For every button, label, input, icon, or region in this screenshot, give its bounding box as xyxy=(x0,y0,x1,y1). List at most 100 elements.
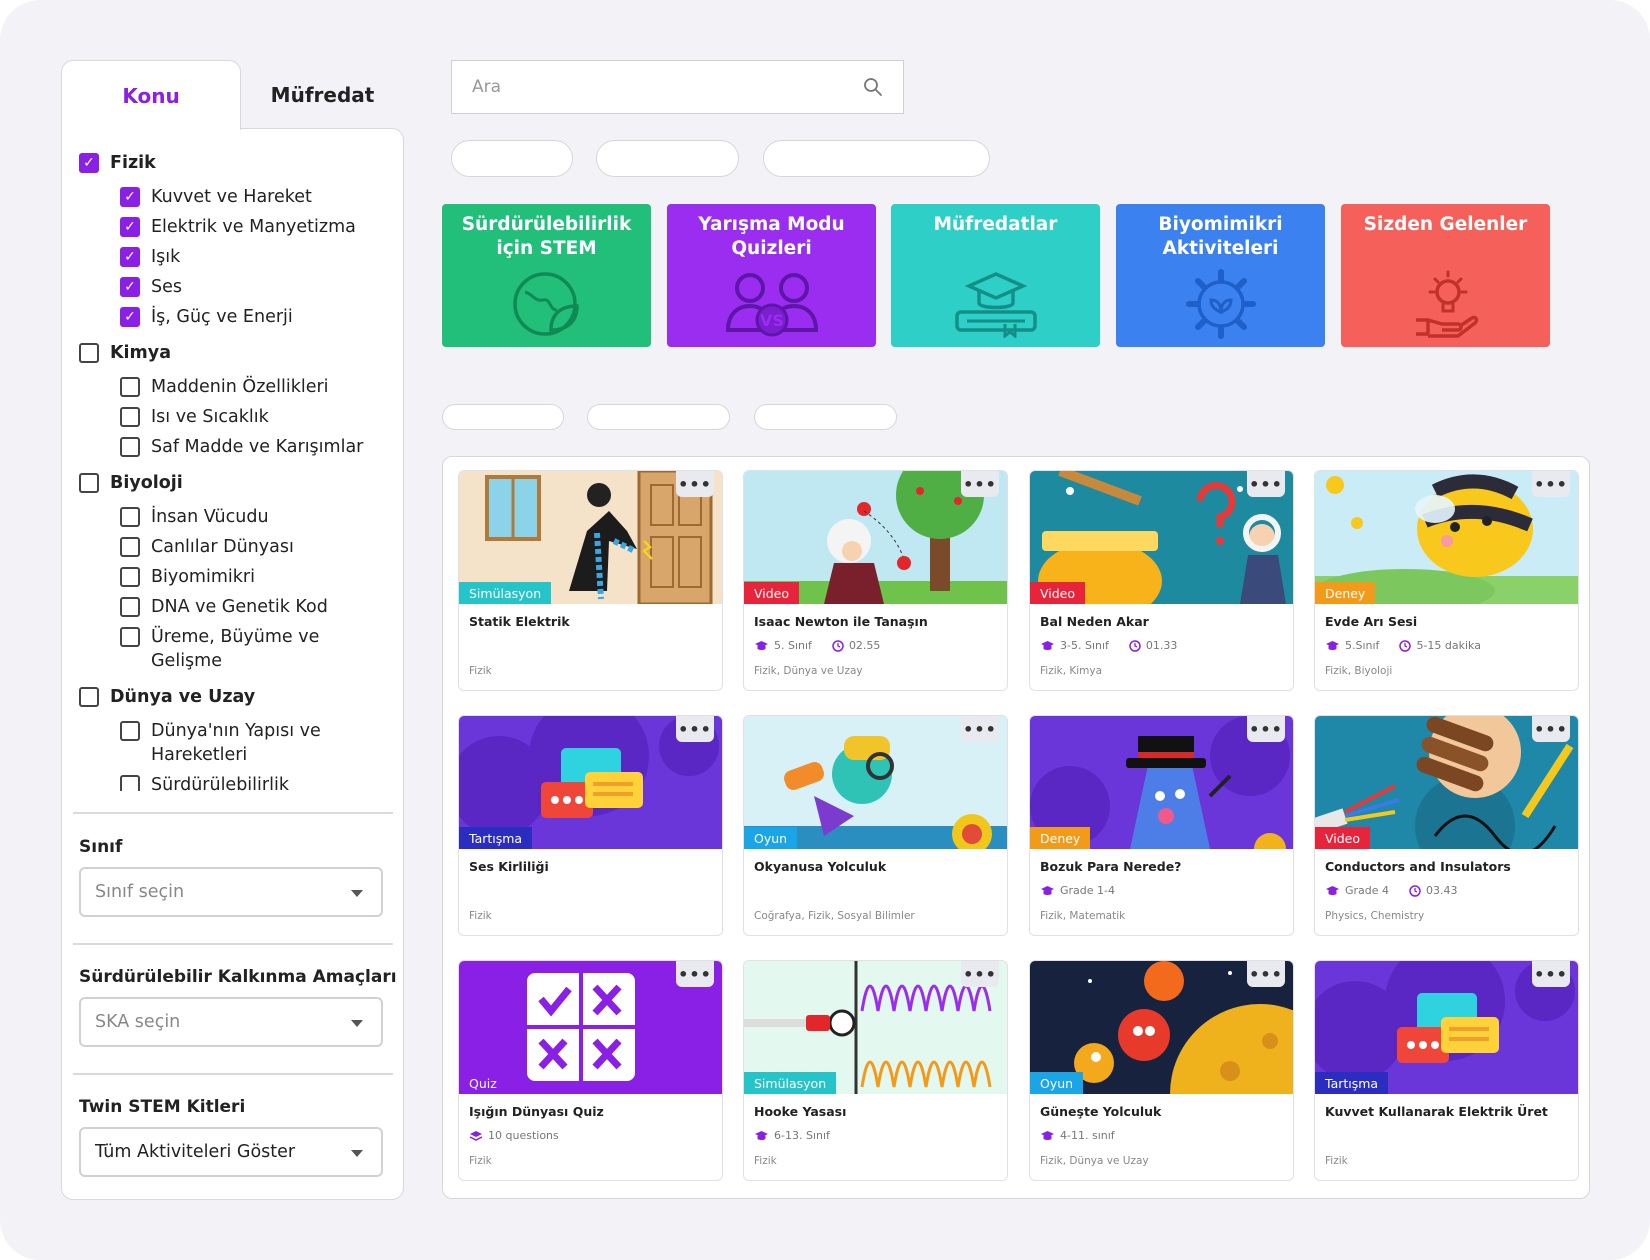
more-options-icon[interactable]: ••• xyxy=(961,716,999,742)
topic-category[interactable]: Dünya ve Uzay xyxy=(79,685,389,709)
card-grade: Grade 1-4 xyxy=(1060,884,1115,897)
topic-subitem[interactable]: ✓ İş, Güç ve Enerji xyxy=(79,305,389,329)
topic-category[interactable]: Biyoloji xyxy=(79,471,389,495)
search-icon[interactable] xyxy=(863,77,883,97)
topic-subitem[interactable]: Sürdürülebilirlik Okuryazarlığı xyxy=(79,773,389,791)
checkbox[interactable] xyxy=(120,507,140,527)
card-grade: 5. Sınıf xyxy=(774,639,812,652)
more-options-icon[interactable]: ••• xyxy=(1247,716,1285,742)
divider xyxy=(73,812,393,814)
more-options-icon[interactable]: ••• xyxy=(676,961,714,987)
kits-filter-label: Twin STEM Kitleri xyxy=(79,1097,246,1117)
card-tags: Fizik, Biyoloji xyxy=(1325,665,1393,677)
checkbox[interactable] xyxy=(79,473,99,493)
checkbox[interactable]: ✓ xyxy=(120,247,140,267)
more-options-icon[interactable]: ••• xyxy=(961,471,999,497)
filter-pill[interactable] xyxy=(596,140,739,177)
more-options-icon[interactable]: ••• xyxy=(1532,961,1570,987)
category-tile[interactable]: Müfredatlar xyxy=(891,204,1100,347)
activity-card[interactable]: ••• Tartışma Ses Kirliliği Fizik xyxy=(458,715,723,936)
checkbox[interactable] xyxy=(120,407,140,427)
sort-pill[interactable] xyxy=(587,404,730,430)
topic-category[interactable]: ✓ Fizik xyxy=(79,151,389,175)
card-type-badge: Oyun xyxy=(744,827,798,849)
topic-subitem[interactable]: ✓ Kuvvet ve Hareket xyxy=(79,185,389,209)
category-tile[interactable]: Biyomimikri Aktiviteleri xyxy=(1116,204,1325,347)
topic-subitem[interactable]: Isı ve Sıcaklık xyxy=(79,405,389,429)
more-options-icon[interactable]: ••• xyxy=(961,961,999,987)
checkbox[interactable]: ✓ xyxy=(79,153,99,173)
topic-category[interactable]: Kimya xyxy=(79,341,389,365)
activity-card[interactable]: ••• Quiz Işığın Dünyası Quiz 10 question… xyxy=(458,960,723,1181)
activity-card[interactable]: ••• Oyun Güneşte Yolculuk 4-11. sınıf Fi… xyxy=(1029,960,1294,1181)
category-tile[interactable]: Yarışma Modu Quizleri VS xyxy=(667,204,876,347)
category-tile[interactable]: Sizden Gelenler xyxy=(1341,204,1550,347)
activity-grid: ••• Simülasyon Statik Elektrik Fizik •••… xyxy=(442,456,1590,1199)
card-meta: 4-11. sınıf xyxy=(1040,1129,1115,1142)
kits-select[interactable]: Tüm Aktiviteleri Göster xyxy=(79,1127,383,1177)
checkbox[interactable] xyxy=(120,537,140,557)
more-options-icon[interactable]: ••• xyxy=(1532,716,1570,742)
grade-select[interactable]: Sınıf seçin xyxy=(79,867,383,917)
topic-subitem[interactable]: ✓ Işık xyxy=(79,245,389,269)
checkbox[interactable] xyxy=(120,775,140,791)
sdg-select[interactable]: SKA seçin xyxy=(79,997,383,1047)
activity-card[interactable]: ••• Video Conductors and Insulators Grad… xyxy=(1314,715,1579,936)
topic-subitem[interactable]: Üreme, Büyüme ve Gelişme xyxy=(79,625,389,673)
activity-card[interactable]: ••• Video Bal Neden Akar 3-5. Sınıf 01.33… xyxy=(1029,470,1294,691)
topic-subitem[interactable]: Biyomimikri xyxy=(79,565,389,589)
tab-konu[interactable]: Konu xyxy=(61,60,241,130)
topic-subitem[interactable]: Saf Madde ve Karışımlar xyxy=(79,435,389,459)
more-options-icon[interactable]: ••• xyxy=(1532,471,1570,497)
more-options-icon[interactable]: ••• xyxy=(1247,961,1285,987)
checkbox[interactable]: ✓ xyxy=(120,187,140,207)
activity-card[interactable]: ••• Simülasyon Hooke Yasası 6-13. Sınıf … xyxy=(743,960,1008,1181)
card-duration: 02.55 xyxy=(848,639,881,652)
activity-card[interactable]: ••• Video Isaac Newton ile Tanaşın 5. Sı… xyxy=(743,470,1008,691)
topic-subitem[interactable]: ✓ Elektrik ve Manyetizma xyxy=(79,215,389,239)
sort-pill[interactable] xyxy=(754,404,897,430)
topic-subitem[interactable]: Canlılar Dünyası xyxy=(79,535,389,559)
more-options-icon[interactable]: ••• xyxy=(676,471,714,497)
activity-card[interactable]: ••• Deney Evde Arı Sesi 5.Sınıf 5-15 daki… xyxy=(1314,470,1579,691)
activity-card[interactable]: ••• Oyun Okyanusa Yolculuk Coğrafya, Fiz… xyxy=(743,715,1008,936)
checkbox[interactable] xyxy=(120,721,140,741)
checkbox[interactable] xyxy=(79,687,99,707)
card-title: Okyanusa Yolculuk xyxy=(754,859,887,874)
activity-card[interactable]: ••• Deney Bozuk Para Nerede? Grade 1-4 F… xyxy=(1029,715,1294,936)
checkbox[interactable] xyxy=(120,627,140,647)
filter-pill[interactable] xyxy=(451,140,573,177)
more-options-icon[interactable]: ••• xyxy=(676,716,714,742)
card-duration: 03.43 xyxy=(1426,884,1458,897)
card-title: Statik Elektrik xyxy=(469,614,570,629)
filter-pill[interactable] xyxy=(763,140,990,177)
topic-subitem-label: Isı ve Sıcaklık xyxy=(151,407,269,427)
card-meta: Grade 1-4 xyxy=(1040,884,1115,897)
checkbox[interactable]: ✓ xyxy=(120,217,140,237)
filter-sidebar: ✓ Fizik ✓ Kuvvet ve Hareket ✓ Elektrik ve … xyxy=(61,128,404,1200)
checkbox[interactable] xyxy=(120,377,140,397)
topic-subitem[interactable]: İnsan Vücudu xyxy=(79,505,389,529)
checkbox[interactable] xyxy=(120,437,140,457)
activity-card[interactable]: ••• Tartışma Kuvvet Kullanarak Elektrik … xyxy=(1314,960,1579,1181)
checkbox[interactable]: ✓ xyxy=(120,307,140,327)
topic-subitem[interactable]: Maddenin Özellikleri xyxy=(79,375,389,399)
checkbox[interactable] xyxy=(120,597,140,617)
checkbox[interactable] xyxy=(79,343,99,363)
checkbox[interactable] xyxy=(120,567,140,587)
chevron-down-icon xyxy=(351,890,363,897)
category-tile[interactable]: Sürdürülebilirlik için STEM xyxy=(442,204,651,347)
sort-pill[interactable] xyxy=(442,404,564,430)
topic-subitem[interactable]: Dünya'nın Yapısı ve Hareketleri xyxy=(79,719,389,767)
card-grade: 6-13. Sınıf xyxy=(774,1129,830,1142)
checkbox[interactable]: ✓ xyxy=(120,277,140,297)
activity-card[interactable]: ••• Simülasyon Statik Elektrik Fizik xyxy=(458,470,723,691)
more-options-icon[interactable]: ••• xyxy=(1247,471,1285,497)
graduation-cap-icon xyxy=(1326,640,1339,650)
topic-subitem[interactable]: DNA ve Genetik Kod xyxy=(79,595,389,619)
graduation-cap-icon xyxy=(1041,885,1054,895)
tab-mufredat[interactable]: Müfredat xyxy=(241,60,404,130)
search-input[interactable]: Ara xyxy=(451,60,904,114)
topic-subitem[interactable]: ✓ Ses xyxy=(79,275,389,299)
gear-leaf-icon xyxy=(1185,269,1256,339)
